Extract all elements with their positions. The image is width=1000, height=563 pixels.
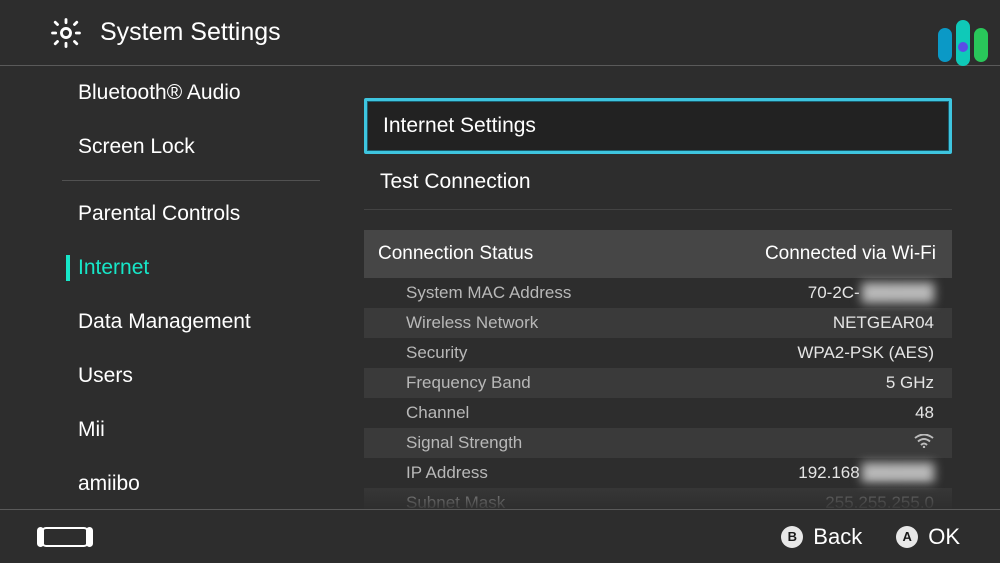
connection-status-label: Connection Status bbox=[378, 243, 533, 265]
sidebar-item-label: amiibo bbox=[78, 472, 140, 496]
button-label: OK bbox=[928, 524, 960, 550]
footer: B Back A OK bbox=[0, 509, 1000, 563]
status-row-value: 70-2C-██████ bbox=[808, 283, 934, 303]
status-row-label: Wireless Network bbox=[406, 313, 538, 333]
status-row-value: 48 bbox=[915, 403, 934, 423]
status-row: Channel 48 bbox=[364, 398, 952, 428]
main-panel: Internet Settings Test Connection Connect… bbox=[320, 66, 1000, 509]
status-row-value: NETGEAR04 bbox=[833, 313, 934, 333]
sidebar-item-amiibo[interactable]: amiibo bbox=[62, 457, 320, 509]
sidebar-item-label: Mii bbox=[78, 418, 105, 442]
status-row-label: IP Address bbox=[406, 463, 488, 483]
button-key-icon: A bbox=[896, 526, 918, 548]
menu-row-label: Internet Settings bbox=[383, 114, 536, 138]
status-row-value: WPA2-PSK (AES) bbox=[797, 343, 934, 363]
sidebar-item-label: Internet bbox=[78, 256, 149, 280]
button-label: Back bbox=[813, 524, 862, 550]
status-row: Signal Strength bbox=[364, 428, 952, 458]
footer-left bbox=[36, 525, 94, 549]
sidebar-item-label: Data Management bbox=[78, 310, 251, 334]
status-row-label: Signal Strength bbox=[406, 433, 522, 453]
status-row: Security WPA2-PSK (AES) bbox=[364, 338, 952, 368]
wifi-signal-icon bbox=[914, 433, 934, 453]
header: System Settings bbox=[0, 0, 1000, 66]
sidebar-item-data-management[interactable]: Data Management bbox=[62, 295, 320, 349]
gear-icon bbox=[48, 15, 84, 51]
controller-icon bbox=[36, 525, 94, 549]
status-row-value: 192.168██████ bbox=[798, 463, 934, 483]
sidebar-item-mii[interactable]: Mii bbox=[62, 403, 320, 457]
header-left: System Settings bbox=[48, 15, 281, 51]
status-row-label: Channel bbox=[406, 403, 469, 423]
sidebar-item-users[interactable]: Users bbox=[62, 349, 320, 403]
status-row-label: Security bbox=[406, 343, 467, 363]
sidebar-item-label: Bluetooth® Audio bbox=[78, 81, 241, 105]
sidebar-item-label: Screen Lock bbox=[78, 135, 195, 159]
sidebar-divider bbox=[62, 180, 320, 181]
status-row: Subnet Mask 255.255.255.0 bbox=[364, 488, 952, 509]
status-row-label: Subnet Mask bbox=[406, 493, 505, 509]
body: Bluetooth® Audio Screen Lock Parental Cont… bbox=[0, 66, 1000, 509]
status-row: System MAC Address 70-2C-██████ bbox=[364, 278, 952, 308]
button-key-icon: B bbox=[781, 526, 803, 548]
status-row-value: 5 GHz bbox=[886, 373, 934, 393]
status-row-label: System MAC Address bbox=[406, 283, 571, 303]
back-button[interactable]: B Back bbox=[781, 524, 862, 550]
menu-row-label: Test Connection bbox=[380, 170, 531, 194]
connection-status-header: Connection Status Connected via Wi-Fi bbox=[364, 230, 952, 278]
menu-row-test-connection[interactable]: Test Connection bbox=[364, 154, 952, 210]
status-row: Wireless Network NETGEAR04 bbox=[364, 308, 952, 338]
sidebar-item-label: Parental Controls bbox=[78, 202, 240, 226]
status-row-label: Frequency Band bbox=[406, 373, 531, 393]
page-title: System Settings bbox=[100, 18, 281, 47]
sidebar-item-screen-lock[interactable]: Screen Lock bbox=[62, 120, 320, 174]
connection-status-value: Connected via Wi-Fi bbox=[765, 243, 936, 265]
sidebar-item-internet[interactable]: Internet bbox=[62, 241, 320, 295]
sidebar: Bluetooth® Audio Screen Lock Parental Cont… bbox=[0, 66, 320, 509]
sidebar-item-bluetooth-audio[interactable]: Bluetooth® Audio bbox=[62, 66, 320, 120]
logo-icon bbox=[938, 14, 988, 66]
status-row: Frequency Band 5 GHz bbox=[364, 368, 952, 398]
status-row-value: 255.255.255.0 bbox=[825, 493, 934, 509]
sidebar-item-label: Users bbox=[78, 364, 133, 388]
sidebar-item-parental-controls[interactable]: Parental Controls bbox=[62, 187, 320, 241]
menu-row-internet-settings[interactable]: Internet Settings bbox=[364, 98, 952, 154]
screen: System Settings Bluetooth® Audio Screen L… bbox=[0, 0, 1000, 563]
status-row: IP Address 192.168██████ bbox=[364, 458, 952, 488]
ok-button[interactable]: A OK bbox=[896, 524, 960, 550]
